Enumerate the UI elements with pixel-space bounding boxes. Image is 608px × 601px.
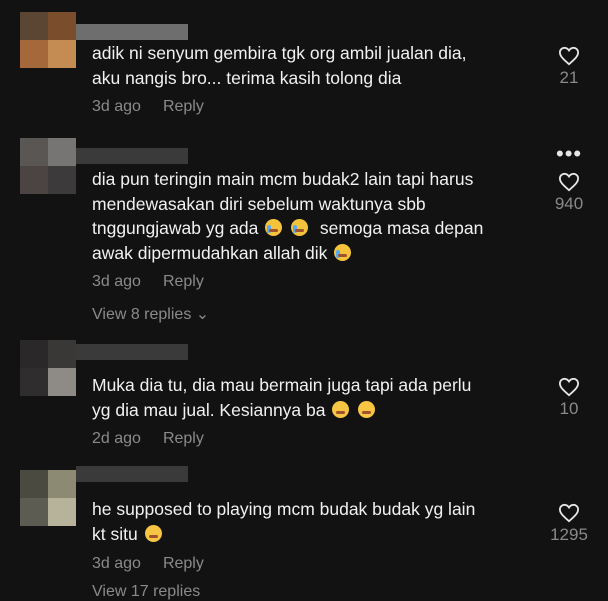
view-replies-button[interactable]: View 17 replies <box>92 583 200 601</box>
reply-button[interactable]: Reply <box>163 98 204 115</box>
heart-icon <box>558 377 580 397</box>
more-options-button[interactable]: ••• <box>556 141 582 167</box>
avatar[interactable] <box>20 12 76 68</box>
comment-meta: 3d ago Reply <box>92 555 204 573</box>
comment-meta: 2d ago Reply <box>92 430 204 448</box>
comment-text: he supposed to playing mcm budak budak y… <box>92 499 476 544</box>
like-button[interactable]: 21 <box>539 46 599 88</box>
flushed-face-emoji <box>358 400 376 418</box>
comment-meta: 3d ago Reply <box>92 273 204 291</box>
avatar[interactable] <box>20 470 76 526</box>
comment-meta: 3d ago Reply <box>92 98 204 116</box>
username-blurred[interactable] <box>76 148 188 164</box>
comment-text: Muka dia tu, dia mau bermain juga tapi a… <box>92 375 472 420</box>
comment-time: 2d ago <box>92 430 141 447</box>
like-button[interactable]: 1295 <box>539 503 599 545</box>
like-button[interactable]: 10 <box>539 377 599 419</box>
comment-time: 3d ago <box>92 273 141 290</box>
heart-icon <box>558 172 580 192</box>
flushed-face-emoji <box>332 400 350 418</box>
avatar[interactable] <box>20 340 76 396</box>
like-count: 10 <box>559 399 579 418</box>
avatar[interactable] <box>20 138 76 194</box>
comment-text: adik ni senyum gembira tgk org ambil jua… <box>92 43 467 88</box>
crying-face-emoji <box>334 243 352 261</box>
like-count: 940 <box>554 194 584 213</box>
view-replies-button[interactable]: View 8 replies ⌄ <box>92 304 209 324</box>
reply-button[interactable]: Reply <box>163 273 204 290</box>
like-count: 1295 <box>550 525 588 544</box>
reply-button[interactable]: Reply <box>163 430 204 447</box>
heart-icon <box>558 46 580 66</box>
disappointed-face-emoji <box>144 524 162 542</box>
chevron-down-icon: ⌄ <box>195 306 210 323</box>
crying-face-emoji <box>265 219 283 236</box>
like-button[interactable]: 940 <box>539 172 599 214</box>
comment-text: dia pun teringin main mcm budak2 lain ta… <box>92 169 484 263</box>
crying-face-emoji <box>291 219 309 236</box>
username-blurred[interactable] <box>76 24 188 40</box>
heart-icon <box>558 503 580 523</box>
username-blurred[interactable] <box>76 344 188 360</box>
comment-time: 3d ago <box>92 555 141 572</box>
comment-time: 3d ago <box>92 98 141 115</box>
like-count: 21 <box>559 68 579 87</box>
reply-button[interactable]: Reply <box>163 555 204 572</box>
username-blurred[interactable] <box>76 466 188 482</box>
